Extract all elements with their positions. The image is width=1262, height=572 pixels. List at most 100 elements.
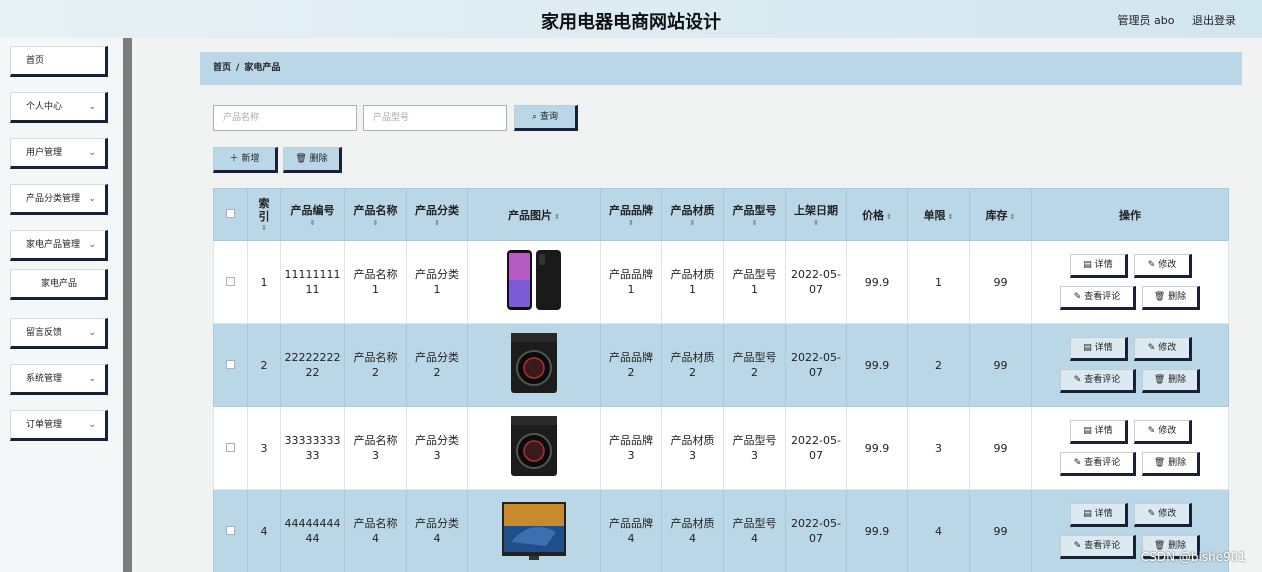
- view-comments-button[interactable]: ✎ 查看评论: [1060, 535, 1136, 559]
- query-button[interactable]: ⌕ 查询: [514, 105, 578, 131]
- column-header[interactable]: 产品图片 ⇕: [467, 188, 601, 241]
- sidebar-item[interactable]: 系统管理 ⌄: [10, 364, 108, 395]
- edit-button[interactable]: ✎ 修改: [1134, 337, 1192, 361]
- sort-icon[interactable]: ⇕: [786, 219, 846, 227]
- cell-date: 2022-05- 07: [785, 323, 847, 407]
- row-delete-button[interactable]: 🗑 删除: [1142, 452, 1200, 476]
- cell-material: 产品材质 2: [661, 323, 724, 407]
- sort-icon[interactable]: ⇕: [948, 213, 954, 221]
- column-header-label: 产品名称: [353, 204, 398, 217]
- column-header[interactable]: 索引 ⇕: [247, 188, 281, 241]
- document-icon: ▤: [1083, 426, 1095, 436]
- product-name-search-input[interactable]: [213, 105, 357, 131]
- row-delete-button[interactable]: 🗑 删除: [1142, 286, 1200, 310]
- detail-button[interactable]: ▤ 详情: [1070, 337, 1128, 361]
- column-header[interactable]: 库存 ⇕: [969, 188, 1032, 241]
- column-header[interactable]: 上架日期 ⇕: [785, 188, 847, 241]
- sort-icon[interactable]: ⇕: [662, 219, 723, 227]
- detail-button[interactable]: ▤ 详情: [1070, 254, 1128, 278]
- sort-icon[interactable]: ⇕: [407, 219, 467, 227]
- phone-product-image[interactable]: [501, 247, 567, 313]
- sort-icon[interactable]: ⇕: [1010, 213, 1016, 221]
- cell-limit-value: 4: [935, 524, 942, 538]
- washer-product-image[interactable]: [501, 330, 567, 396]
- cell-date: 2022-05- 07: [785, 489, 847, 572]
- bulk-delete-button[interactable]: 🗑 删除: [283, 147, 342, 173]
- view-comments-button[interactable]: ✎ 查看评论: [1060, 369, 1136, 393]
- column-header: 操作: [1031, 188, 1229, 241]
- sidebar-item-label: 用户管理: [26, 148, 63, 158]
- document-icon: ▤: [1083, 343, 1095, 353]
- sidebar-item[interactable]: 个人中心 ⌄: [10, 92, 108, 123]
- sidebar-item[interactable]: 家电产品管理 ⌄: [10, 230, 108, 261]
- sidebar-item[interactable]: 用户管理 ⌄: [10, 138, 108, 169]
- sort-icon[interactable]: ⇕: [248, 224, 280, 232]
- sort-icon[interactable]: ⇕: [554, 213, 560, 221]
- column-header[interactable]: 产品分类 ⇕: [406, 188, 468, 241]
- cell-limit-value: 3: [935, 441, 942, 455]
- cell-brand-value: 产品品牌 4: [609, 517, 653, 545]
- column-header[interactable]: 单限 ⇕: [907, 188, 970, 241]
- column-header[interactable]: 产品编号 ⇕: [280, 188, 345, 241]
- sort-icon[interactable]: ⇕: [724, 219, 785, 227]
- cell-date-value: 2022-05- 07: [791, 434, 841, 462]
- chevron-down-icon: ⌄: [88, 420, 96, 430]
- row-checkbox[interactable]: [226, 525, 235, 535]
- view-comments-button[interactable]: ✎ 查看评论: [1060, 286, 1136, 310]
- column-header[interactable]: 产品材质 ⇕: [661, 188, 724, 241]
- cell-stock: 99: [969, 240, 1032, 324]
- cell-name-value: 产品名称 3: [353, 434, 398, 462]
- product-model-search-input[interactable]: [363, 105, 507, 131]
- pencil-icon: ✎: [1147, 426, 1159, 436]
- detail-button[interactable]: ▤ 详情: [1070, 420, 1128, 444]
- washer-product-image[interactable]: [501, 413, 567, 479]
- cell-material-value: 产品材质 2: [670, 351, 715, 379]
- tv-product-image[interactable]: [501, 496, 567, 562]
- add-button[interactable]: ＋ 新增: [213, 147, 278, 173]
- sidebar-item[interactable]: 家电产品: [10, 269, 108, 300]
- edit-button[interactable]: ✎ 修改: [1134, 503, 1192, 527]
- cell-code: 22222222 22: [280, 323, 345, 407]
- sidebar-item[interactable]: 首页: [10, 46, 108, 77]
- breadcrumb-home[interactable]: 首页: [213, 63, 231, 73]
- edit-button[interactable]: ✎ 修改: [1134, 420, 1192, 444]
- row-checkbox[interactable]: [226, 359, 235, 369]
- breadcrumb-current: 家电产品: [244, 63, 281, 73]
- cell-limit: 3: [907, 406, 970, 490]
- trash-icon: 🗑: [1153, 375, 1169, 385]
- chevron-down-icon: ⌄: [88, 240, 96, 250]
- sort-icon[interactable]: ⇕: [601, 219, 661, 227]
- admin-user-label: 管理员 abo: [1117, 14, 1175, 27]
- detail-button[interactable]: ▤ 详情: [1070, 503, 1128, 527]
- cell-brand-value: 产品品牌 3: [609, 434, 653, 462]
- row-delete-button[interactable]: 🗑 删除: [1142, 369, 1200, 393]
- row-checkbox[interactable]: [226, 276, 235, 286]
- row-checkbox[interactable]: [226, 442, 235, 452]
- cell-category: 产品分类 2: [406, 323, 468, 407]
- edit-button[interactable]: ✎ 修改: [1134, 254, 1192, 278]
- view-comments-button[interactable]: ✎ 查看评论: [1060, 452, 1136, 476]
- cell-stock: 99: [969, 406, 1032, 490]
- table-row: 1 11111111 11 产品名称 1 产品分类 1 产品品牌 1 产品材质 1 产品型号…: [213, 240, 1229, 324]
- cell-brand-value: 产品品牌 2: [609, 351, 653, 379]
- cell-category: 产品分类 1: [406, 240, 468, 324]
- column-header[interactable]: 价格 ⇕: [846, 188, 908, 241]
- cell-model-value: 产品型号 3: [732, 434, 777, 462]
- sidebar-scrollbar[interactable]: [123, 38, 132, 572]
- column-header[interactable]: 产品品牌 ⇕: [600, 188, 662, 241]
- sort-icon[interactable]: ⇕: [281, 219, 344, 227]
- cell-model: 产品型号 3: [723, 406, 786, 490]
- select-all-checkbox[interactable]: [226, 209, 235, 218]
- sort-icon[interactable]: ⇕: [345, 219, 406, 227]
- cell-category-value: 产品分类 1: [415, 268, 459, 296]
- sidebar-item[interactable]: 留言反馈 ⌄: [10, 318, 108, 349]
- sort-icon[interactable]: ⇕: [886, 213, 892, 221]
- sidebar-item[interactable]: 订单管理 ⌄: [10, 410, 108, 441]
- bulk-delete-label: 删除: [309, 154, 328, 164]
- column-header[interactable]: 产品型号 ⇕: [723, 188, 786, 241]
- row-select-cell: [213, 489, 248, 572]
- cell-model-value: 产品型号 2: [732, 351, 777, 379]
- logout-link[interactable]: 退出登录: [1192, 14, 1236, 27]
- column-header[interactable]: 产品名称 ⇕: [344, 188, 407, 241]
- sidebar-item[interactable]: 产品分类管理 ⌄: [10, 184, 108, 215]
